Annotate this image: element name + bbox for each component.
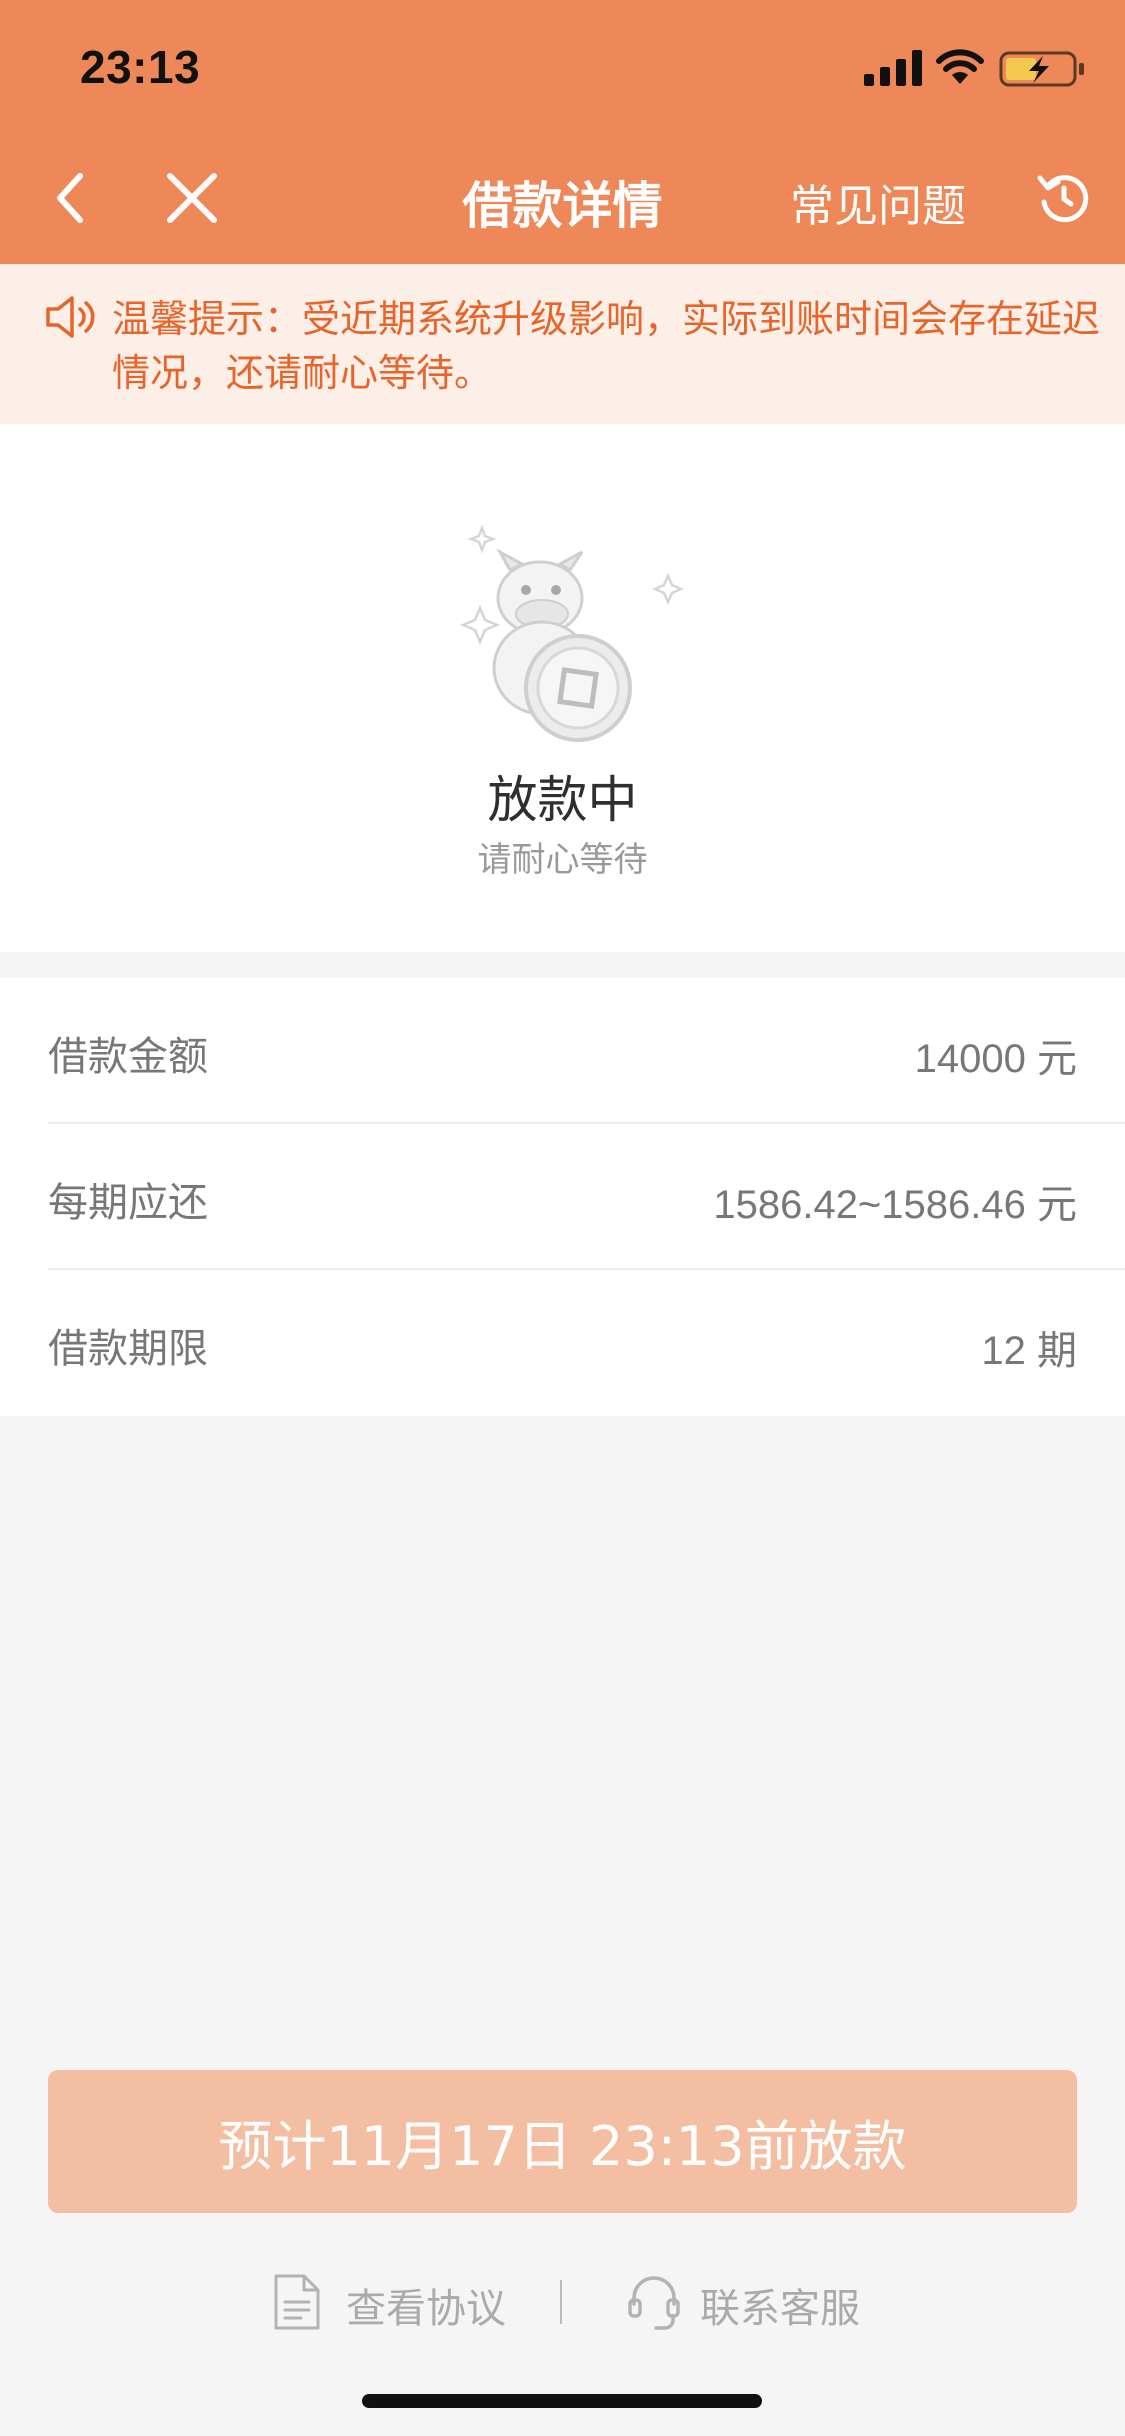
- status-time: 23:13: [80, 41, 201, 93]
- detail-row-term: 借款期限 12 期: [48, 1270, 1125, 1416]
- wifi-icon: [936, 49, 984, 84]
- refresh-icon[interactable]: [1034, 168, 1094, 228]
- status-subtitle: 请耐心等待: [477, 840, 648, 880]
- detail-value: 12 期: [981, 1329, 1077, 1373]
- detail-value: 14000 元: [914, 1037, 1077, 1081]
- detail-label: 借款金额: [48, 1034, 208, 1080]
- speaker-icon: [46, 296, 95, 338]
- detail-value: 1586.42~1586.46 元: [713, 1183, 1077, 1227]
- footer-separator: [560, 2280, 562, 2324]
- detail-row-installment: 每期应还 1586.42~1586.46 元: [48, 1124, 1125, 1270]
- notice-text: 温馨提示：受近期系统升级影响，实际到账时间会存在延迟情况，还请耐心等待。: [112, 297, 1101, 395]
- status-icons: [845, 44, 1085, 94]
- header: 23:13 借款详情 常见问题: [0, 0, 1125, 264]
- payout-estimate-button[interactable]: 预计11月17日 23:13前放款: [48, 2070, 1077, 2213]
- notice-banner: 温馨提示：受近期系统升级影响，实际到账时间会存在延迟情况，还请耐心等待。: [0, 264, 1125, 424]
- signal-icon: [864, 50, 922, 86]
- faq-link[interactable]: 常见问题: [790, 170, 966, 234]
- footer-links: 查看协议 联系客服: [0, 2262, 1125, 2342]
- mascot-coin-icon: [459, 524, 685, 742]
- detail-row-amount: 借款金额 14000 元: [48, 978, 1125, 1124]
- status-card: 放款中 请耐心等待: [0, 424, 1125, 952]
- battery-charging-icon: [999, 51, 1084, 87]
- home-indicator: [362, 2394, 762, 2408]
- detail-label: 借款期限: [48, 1326, 208, 1372]
- headset-icon: [628, 2276, 680, 2330]
- contact-service-label: 联系客服: [700, 2286, 860, 2332]
- document-icon: [274, 2274, 320, 2330]
- loan-details: 借款金额 14000 元 每期应还 1586.42~1586.46 元 借款期限…: [0, 978, 1125, 1416]
- view-agreement-label: 查看协议: [346, 2286, 506, 2332]
- detail-label: 每期应还: [48, 1180, 208, 1226]
- status-title: 放款中: [487, 771, 638, 829]
